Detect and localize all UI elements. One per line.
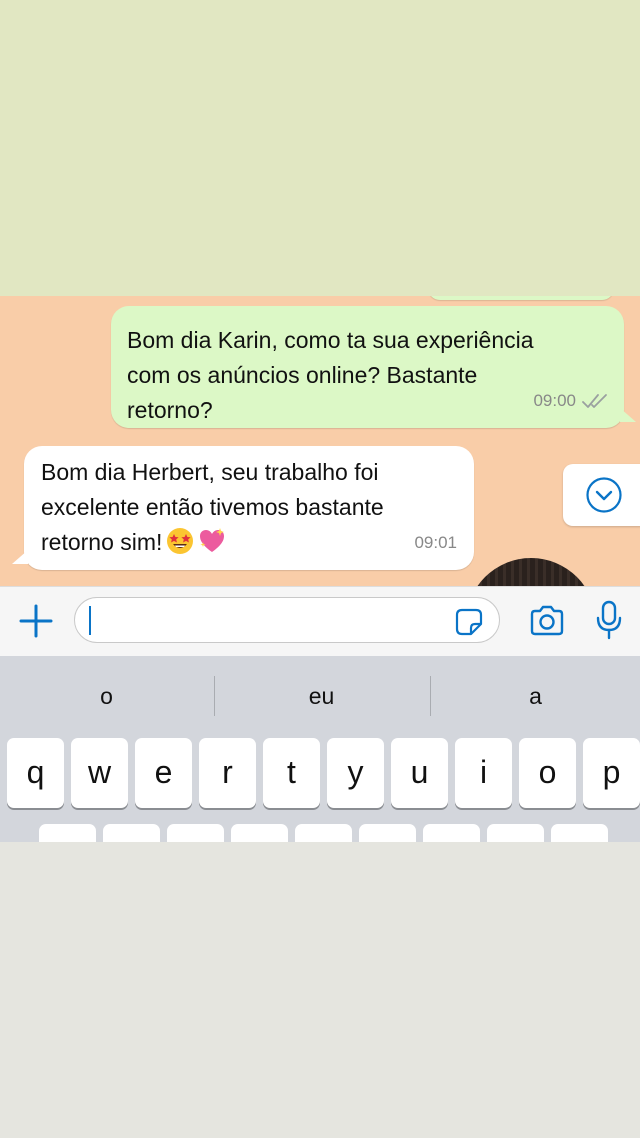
- previous-message-bubble: [428, 296, 614, 300]
- plus-icon[interactable]: [18, 603, 54, 639]
- top-background-band: [0, 0, 640, 296]
- bottom-background-band: [0, 842, 640, 1138]
- keyboard-key[interactable]: [103, 824, 160, 842]
- suggestion-item[interactable]: eu: [215, 656, 428, 736]
- message-input-bar: [0, 586, 640, 656]
- on-screen-keyboard: o eu a q w e r t y u i o p: [0, 656, 640, 842]
- keyboard-key[interactable]: [231, 824, 288, 842]
- camera-icon[interactable]: [529, 603, 565, 639]
- message-text-field[interactable]: [74, 597, 500, 643]
- chevron-down-circle-icon: [586, 477, 622, 513]
- key-q[interactable]: q: [7, 738, 64, 808]
- key-e[interactable]: e: [135, 738, 192, 808]
- keyboard-key[interactable]: [167, 824, 224, 842]
- key-w[interactable]: w: [71, 738, 128, 808]
- incoming-message-bubble[interactable]: Bom dia Herbert, seu trabalho foi excele…: [12, 446, 474, 570]
- incoming-message-text: Bom dia Herbert, seu trabalho foi excele…: [41, 455, 458, 560]
- key-y[interactable]: y: [327, 738, 384, 808]
- outgoing-message-bubble[interactable]: Bom dia Karin, como ta sua experiência c…: [111, 306, 636, 428]
- key-o[interactable]: o: [519, 738, 576, 808]
- scroll-to-bottom-button[interactable]: [563, 464, 640, 526]
- text-cursor: [89, 606, 91, 635]
- avatar: [466, 558, 596, 586]
- outgoing-message-meta: 09:00: [533, 383, 608, 418]
- keyboard-key[interactable]: [359, 824, 416, 842]
- chat-area[interactable]: Bom dia Karin, como ta sua experiência c…: [0, 296, 640, 586]
- sparkling-heart-emoji: [200, 528, 225, 552]
- keyboard-key[interactable]: [551, 824, 608, 842]
- suggestion-item[interactable]: a: [431, 656, 640, 736]
- sticker-icon[interactable]: [455, 608, 483, 636]
- keyboard-key[interactable]: [39, 824, 96, 842]
- key-i[interactable]: i: [455, 738, 512, 808]
- key-t[interactable]: t: [263, 738, 320, 808]
- keyboard-key[interactable]: [423, 824, 480, 842]
- incoming-message-meta: 09:01: [414, 525, 457, 560]
- microphone-icon[interactable]: [594, 600, 624, 640]
- whatsapp-chat-screenshot: Bom dia Karin, como ta sua experiência c…: [0, 296, 640, 842]
- double-check-icon: [582, 393, 607, 408]
- key-p[interactable]: p: [583, 738, 640, 808]
- key-u[interactable]: u: [391, 738, 448, 808]
- keyboard-key[interactable]: [487, 824, 544, 842]
- keyboard-key[interactable]: [295, 824, 352, 842]
- star-struck-emoji: [167, 528, 194, 554]
- key-r[interactable]: r: [199, 738, 256, 808]
- suggestion-bar: o eu a: [0, 656, 640, 736]
- outgoing-message-time: 09:00: [533, 391, 576, 410]
- incoming-message-time: 09:01: [414, 533, 457, 552]
- suggestion-item[interactable]: o: [0, 656, 213, 736]
